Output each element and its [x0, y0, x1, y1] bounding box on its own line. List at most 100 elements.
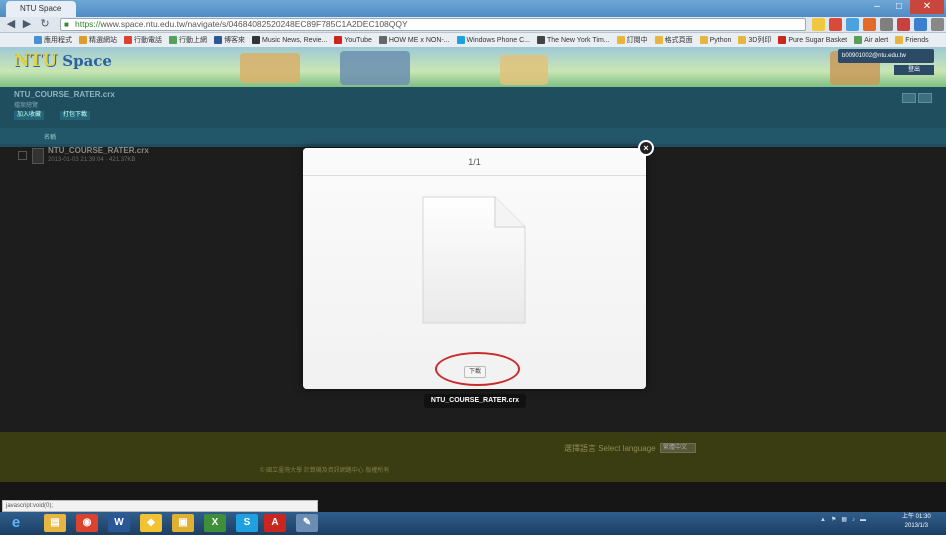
extension-icon[interactable] [897, 18, 910, 31]
bookmark-item[interactable]: The New York Tim... [536, 36, 610, 44]
document-icon [422, 196, 526, 324]
status-bar-url: javascript:void(0); [2, 500, 318, 512]
bookmark-label: 博客來 [224, 37, 245, 44]
bookmark-label: 訂閱中 [626, 37, 648, 44]
header-illustration [340, 51, 410, 85]
add-favorite-button[interactable]: 加入收藏 [14, 111, 45, 120]
skype-icon[interactable]: S [236, 514, 258, 532]
bookmark-label: Air alert [864, 36, 889, 44]
list-view-icon[interactable] [902, 93, 916, 103]
file-explorer-icon[interactable]: ▤ [44, 514, 66, 532]
tray-arrow-icon[interactable]: ▲ [820, 517, 826, 523]
reload-icon[interactable]: ↻ [38, 18, 52, 31]
download-button[interactable]: 下載 [464, 366, 486, 378]
volume-icon[interactable]: ♪ [852, 517, 855, 523]
acrobat-icon[interactable]: A [264, 514, 286, 532]
bookmark-item[interactable]: Friends [895, 36, 929, 44]
language-select[interactable]: 繁體中文 [660, 443, 696, 453]
flag-icon[interactable]: ⚑ [831, 516, 836, 523]
bookmark-item[interactable]: 3D列印 [738, 35, 771, 45]
bookmark-label: Pure Sugar Basket [788, 36, 848, 44]
close-window-button[interactable]: ✕ [910, 0, 944, 14]
minimize-button[interactable]: – [866, 0, 888, 14]
bookmark-item[interactable]: 行動電話 [124, 35, 162, 45]
extension-icon[interactable] [863, 18, 876, 31]
file-meta: 2013-01-03 21:39:04 · 421.37KB [48, 157, 136, 163]
gmail-icon[interactable] [829, 18, 842, 31]
bookmark-icon [169, 36, 177, 44]
bookmark-item[interactable]: 格式頁面 [654, 35, 693, 45]
bookmark-label: 行動上網 [179, 37, 207, 44]
word-icon[interactable]: W [108, 514, 130, 532]
close-dialog-button[interactable]: × [638, 140, 654, 156]
clock-date: 2013/1/3 [904, 523, 929, 529]
system-tray: ▲ ⚑ ▦ ♪ ▬ [820, 516, 866, 524]
site-logo[interactable]: NTU Space [14, 51, 112, 71]
bookmark-item[interactable]: 行動上網 [169, 35, 207, 45]
back-icon[interactable]: ◀ [4, 18, 18, 31]
bookmark-item[interactable]: 應用程式 [34, 35, 72, 45]
bookmark-item[interactable]: YouTube [334, 36, 372, 44]
bookmark-item[interactable]: Python [699, 36, 732, 44]
bookmark-label: Windows Phone C... [466, 36, 530, 44]
bookmark-label: YouTube [344, 36, 372, 44]
excel-icon[interactable]: X [204, 514, 226, 532]
bookmarks-bar: 應用程式 精選網站 行動電話 行動上網 博客來 Music News, Revie... Y… [0, 33, 946, 47]
extension-icon[interactable] [846, 18, 859, 31]
bookmark-item[interactable]: Air alert [854, 36, 888, 44]
bookmark-label: 應用程式 [44, 37, 72, 44]
extension-icon[interactable] [880, 18, 893, 31]
bookmark-label: 精選網站 [89, 37, 117, 44]
bookmark-item[interactable]: 精選網站 [79, 35, 117, 45]
bookmark-icon [124, 36, 132, 44]
logo-ntu: NTU [14, 51, 58, 71]
logo-space: Space [62, 52, 112, 70]
browser-titlebar: NTU Space – □ ✕ [0, 0, 946, 17]
bookmark-item[interactable]: 訂閱中 [616, 35, 648, 45]
bookmark-icon [79, 36, 87, 44]
taskbar-clock[interactable]: 上午 01:30 2013/1/3 [902, 513, 931, 531]
bookmark-item[interactable]: Pure Sugar Basket [778, 36, 847, 44]
bookmark-item[interactable]: Windows Phone C... [456, 36, 530, 44]
file-name[interactable]: NTU_COURSE_RATER.crx [48, 146, 149, 155]
forward-icon[interactable]: ▶ [20, 18, 34, 31]
grid-view-icon[interactable] [918, 93, 932, 103]
bookmark-label: Friends [905, 36, 929, 44]
bookmark-icon [778, 36, 787, 44]
file-icon [32, 148, 44, 164]
bookmark-label: 格式頁面 [664, 37, 693, 44]
bookmark-icon [334, 36, 343, 44]
logout-button[interactable]: 登出 [894, 65, 934, 75]
network-icon[interactable]: ▦ [841, 516, 847, 523]
maximize-button[interactable]: □ [888, 0, 910, 14]
bookmark-item[interactable]: HOW ME x NON-... [378, 36, 450, 44]
clock-time: 上午 01:30 [902, 514, 931, 520]
user-account[interactable]: b00901002@ntu.edu.tw [838, 49, 934, 63]
internet-explorer-icon[interactable]: e [6, 514, 26, 532]
file-checkbox[interactable] [18, 151, 27, 160]
keyboard-icon[interactable]: ▬ [860, 517, 866, 523]
bookmark-item[interactable]: 博客來 [214, 35, 245, 45]
url-text: www.space.ntu.edu.tw/navigate/s/04684082… [100, 19, 408, 29]
extension-icon[interactable] [914, 18, 927, 31]
bookmark-icon [34, 36, 42, 44]
paint-icon[interactable]: ✎ [296, 514, 318, 532]
bookmark-item[interactable]: Music News, Revie... [252, 36, 327, 44]
address-bar[interactable]: ■ https://www.space.ntu.edu.tw/navigate/s… [60, 18, 806, 31]
menu-icon[interactable] [931, 18, 944, 31]
extension-icons [812, 18, 944, 31]
browser-navbar: ◀ ▶ ↻ ■ https://www.space.ntu.edu.tw/navi… [0, 17, 946, 33]
copyright-text: © 國立臺灣大學 計算機及資訊網路中心 版權所有 [260, 468, 390, 474]
star-icon[interactable] [812, 18, 825, 31]
folder-title: NTU_COURSE_RATER.crx [14, 90, 115, 99]
picasa-icon[interactable]: ◆ [140, 514, 162, 532]
browser-tab[interactable]: NTU Space [6, 1, 76, 17]
site-footer [0, 432, 946, 482]
bookmark-label: Python [709, 36, 732, 44]
chrome-icon[interactable]: ◉ [76, 514, 98, 532]
photo-viewer-icon[interactable]: ▣ [172, 514, 194, 532]
screen: NTU Space – □ ✕ ◀ ▶ ↻ ■ https://www.space… [0, 0, 946, 535]
pack-download-button[interactable]: 打包下載 [60, 111, 91, 120]
language-label: 選擇語言 Select language [564, 444, 656, 453]
list-header-name[interactable]: 名稱 [44, 132, 56, 141]
